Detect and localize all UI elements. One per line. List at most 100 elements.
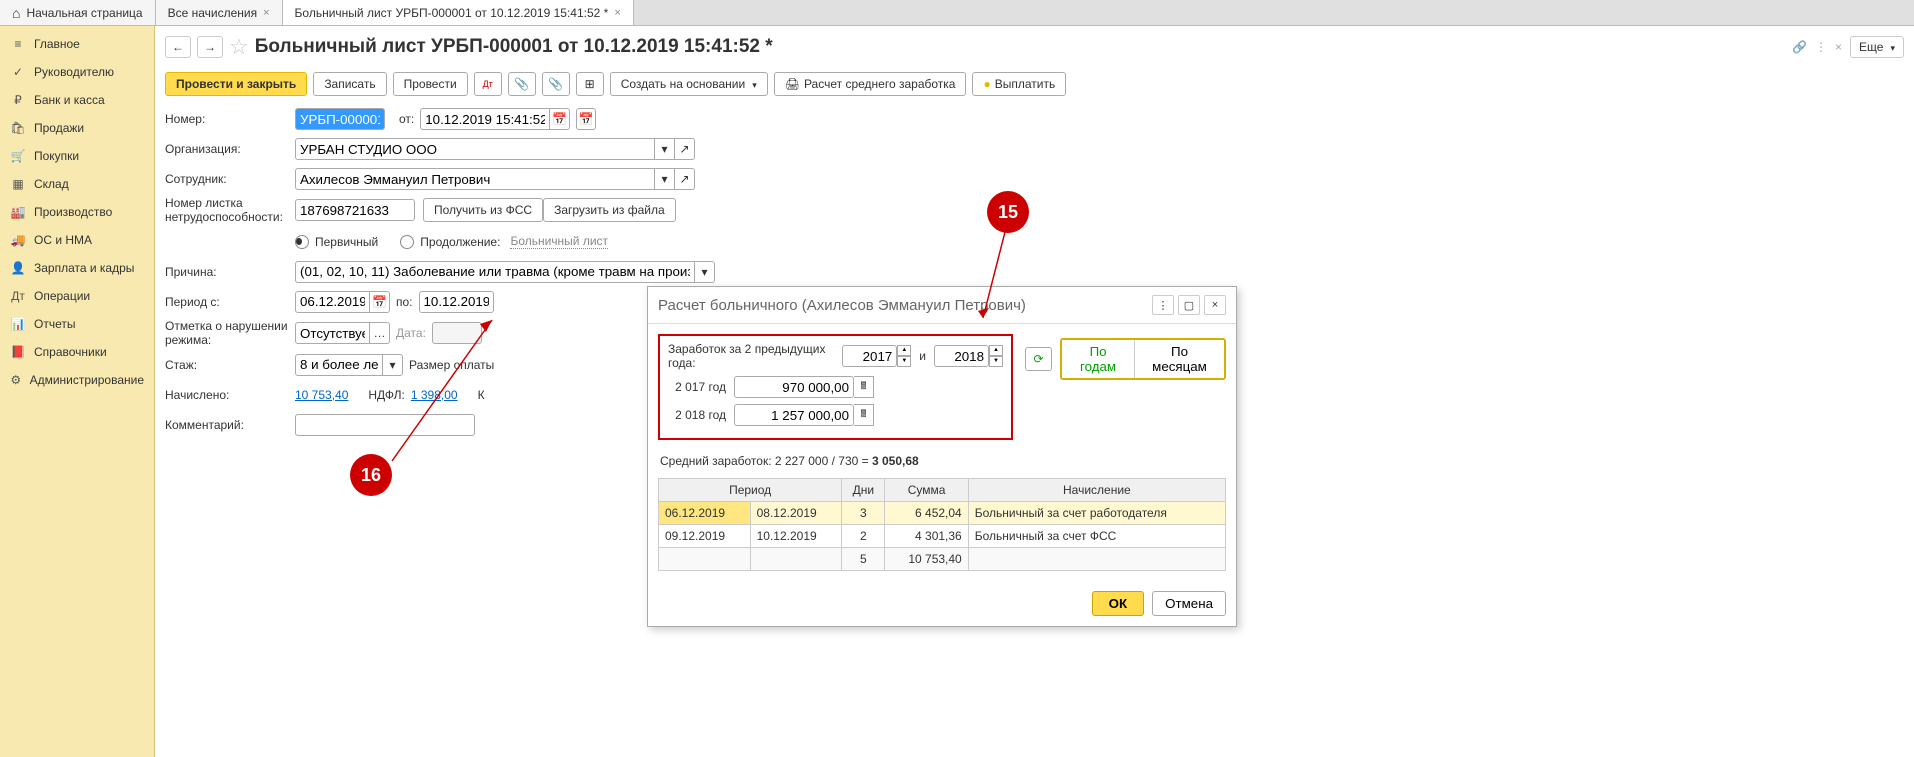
open-icon[interactable]: ↗ <box>675 138 695 160</box>
avg-earn-button[interactable]: 🖨 Расчет среднего заработка <box>774 72 967 96</box>
by-months-button[interactable]: По месяцам <box>1134 340 1224 378</box>
refresh-button[interactable]: ⟳ <box>1025 347 1052 371</box>
nav-back-button[interactable]: ← <box>165 36 191 58</box>
spin-up[interactable]: ▲ <box>989 345 1003 356</box>
dropdown-icon[interactable]: ▾ <box>695 261 715 283</box>
reason-input[interactable] <box>295 261 695 283</box>
sidebar-item-label: Производство <box>34 205 112 219</box>
sidebar-item-main[interactable]: ≡Главное <box>0 30 154 58</box>
row1-input[interactable] <box>734 376 854 398</box>
menu-icon: ≡ <box>10 37 26 51</box>
popup-close-icon[interactable]: × <box>1204 295 1226 315</box>
grid-row[interactable]: 09.12.2019 10.12.2019 2 4 301,36 Больнич… <box>659 525 1226 548</box>
by-years-button[interactable]: По годам <box>1062 340 1134 378</box>
get-fss-button[interactable]: Получить из ФСС <box>423 198 543 222</box>
violation-input[interactable] <box>295 322 370 344</box>
sidebar-item-payroll[interactable]: 👤Зарплата и кадры <box>0 254 154 282</box>
spin-down[interactable]: ▼ <box>897 356 911 367</box>
sidebar-item-reports[interactable]: 📊Отчеты <box>0 310 154 338</box>
calendar-mini-icon[interactable]: 📅 <box>576 108 596 130</box>
tab-sick-leave[interactable]: Больничный лист УРБП-000001 от 10.12.201… <box>283 0 634 25</box>
spin-down[interactable]: ▼ <box>989 356 1003 367</box>
emp-input[interactable] <box>295 168 655 190</box>
save-button[interactable]: Записать <box>313 72 386 96</box>
earn-label: Заработок за 2 предыдущих года: <box>668 342 834 370</box>
sidebar-item-label: Руководителю <box>34 65 114 79</box>
sidebar-item-operations[interactable]: ДтОперации <box>0 282 154 310</box>
org-label: Организация: <box>165 142 295 156</box>
structure-button[interactable]: ⊞ <box>576 72 604 96</box>
sidebar-item-sales[interactable]: 🛍Продажи <box>0 114 154 142</box>
number-input[interactable] <box>295 108 385 130</box>
page-title: Больничный лист УРБП-000001 от 10.12.201… <box>255 36 773 58</box>
period-from-input[interactable] <box>295 291 370 313</box>
year2-input[interactable] <box>934 345 989 367</box>
clip-button[interactable]: 📎 <box>542 72 570 96</box>
calc-icon[interactable]: 🖩 <box>854 404 874 426</box>
star-icon[interactable]: ☆ <box>229 34 249 60</box>
ok-button[interactable]: ОК <box>1092 591 1145 616</box>
link-icon[interactable]: 🔗 <box>1792 40 1807 54</box>
popup-maximize-icon[interactable]: ▢ <box>1178 295 1200 315</box>
kebab-icon[interactable]: ⋮ <box>1815 40 1827 54</box>
create-based-button[interactable]: Создать на основании <box>610 72 768 96</box>
tab-home-label: Начальная страница <box>26 6 142 20</box>
grid-row[interactable]: 06.12.2019 08.12.2019 3 6 452,04 Больнич… <box>659 502 1226 525</box>
comment-label: Комментарий: <box>165 418 295 432</box>
pay-button[interactable]: ●Выплатить <box>972 72 1066 96</box>
dropdown-icon[interactable]: ▾ <box>655 138 675 160</box>
post-close-button[interactable]: Провести и закрыть <box>165 72 307 96</box>
avg-earn-label: Расчет среднего заработка <box>804 77 956 91</box>
org-input[interactable] <box>295 138 655 160</box>
close-icon[interactable]: × <box>263 7 269 19</box>
accrued-link[interactable]: 10 753,40 <box>295 388 348 402</box>
attach-button[interactable]: 📎 <box>508 72 536 96</box>
calendar-icon[interactable]: 📅 <box>550 108 570 130</box>
date-input[interactable] <box>420 108 550 130</box>
load-file-button[interactable]: Загрузить из файла <box>543 198 676 222</box>
sidebar-item-manager[interactable]: ✓Руководителю <box>0 58 154 86</box>
close-icon[interactable]: × <box>1835 40 1842 54</box>
post-button[interactable]: Провести <box>393 72 468 96</box>
radio-continuation[interactable] <box>400 235 414 249</box>
from-label: от: <box>399 112 414 126</box>
period-to-input[interactable] <box>419 291 494 313</box>
ellipsis-icon[interactable]: … <box>370 322 390 344</box>
open-icon[interactable]: ↗ <box>675 168 695 190</box>
sidebar-item-bank[interactable]: ₽Банк и касса <box>0 86 154 114</box>
spin-up[interactable]: ▲ <box>897 345 911 356</box>
create-based-label: Создать на основании <box>621 77 746 91</box>
cart-icon: 🛒 <box>10 149 26 163</box>
seniority-label: Стаж: <box>165 358 295 372</box>
sidebar-item-warehouse[interactable]: ▦Склад <box>0 170 154 198</box>
tab-home[interactable]: Начальная страница <box>0 0 156 25</box>
sidebar-item-admin[interactable]: ⚙Администрирование <box>0 366 154 394</box>
nav-forward-button[interactable]: → <box>197 36 223 58</box>
coin-icon: ● <box>983 77 990 91</box>
radio-primary-label: Первичный <box>315 235 378 249</box>
more-button[interactable]: Еще <box>1850 36 1904 58</box>
view-toggle: По годам По месяцам <box>1060 338 1226 380</box>
close-icon[interactable]: × <box>614 7 620 19</box>
dtkt-button[interactable]: Дт <box>474 72 502 96</box>
tab-label: Больничный лист УРБП-000001 от 10.12.201… <box>295 6 609 20</box>
sidebar-item-references[interactable]: 📕Справочники <box>0 338 154 366</box>
tab-all-accruals[interactable]: Все начисления × <box>156 0 283 25</box>
calendar-icon[interactable]: 📅 <box>370 291 390 313</box>
sidebar-item-production[interactable]: 🏭Производство <box>0 198 154 226</box>
cancel-button[interactable]: Отмена <box>1152 591 1226 616</box>
year1-input[interactable] <box>842 345 897 367</box>
popup-kebab-icon[interactable]: ⋮ <box>1152 295 1174 315</box>
calc-icon[interactable]: 🖩 <box>854 376 874 398</box>
dropdown-icon[interactable]: ▾ <box>655 168 675 190</box>
tab-label: Все начисления <box>168 6 258 20</box>
sidebar-item-purchases[interactable]: 🛒Покупки <box>0 142 154 170</box>
seniority-input[interactable] <box>295 354 383 376</box>
print-icon: 🖨 <box>785 77 800 91</box>
sidebar-item-label: Операции <box>34 289 90 303</box>
row2-input[interactable] <box>734 404 854 426</box>
sick-link[interactable]: Больничный лист <box>510 234 608 249</box>
sheet-no-input[interactable] <box>295 199 415 221</box>
radio-primary[interactable] <box>295 235 309 249</box>
sidebar-item-assets[interactable]: 🚚ОС и НМА <box>0 226 154 254</box>
